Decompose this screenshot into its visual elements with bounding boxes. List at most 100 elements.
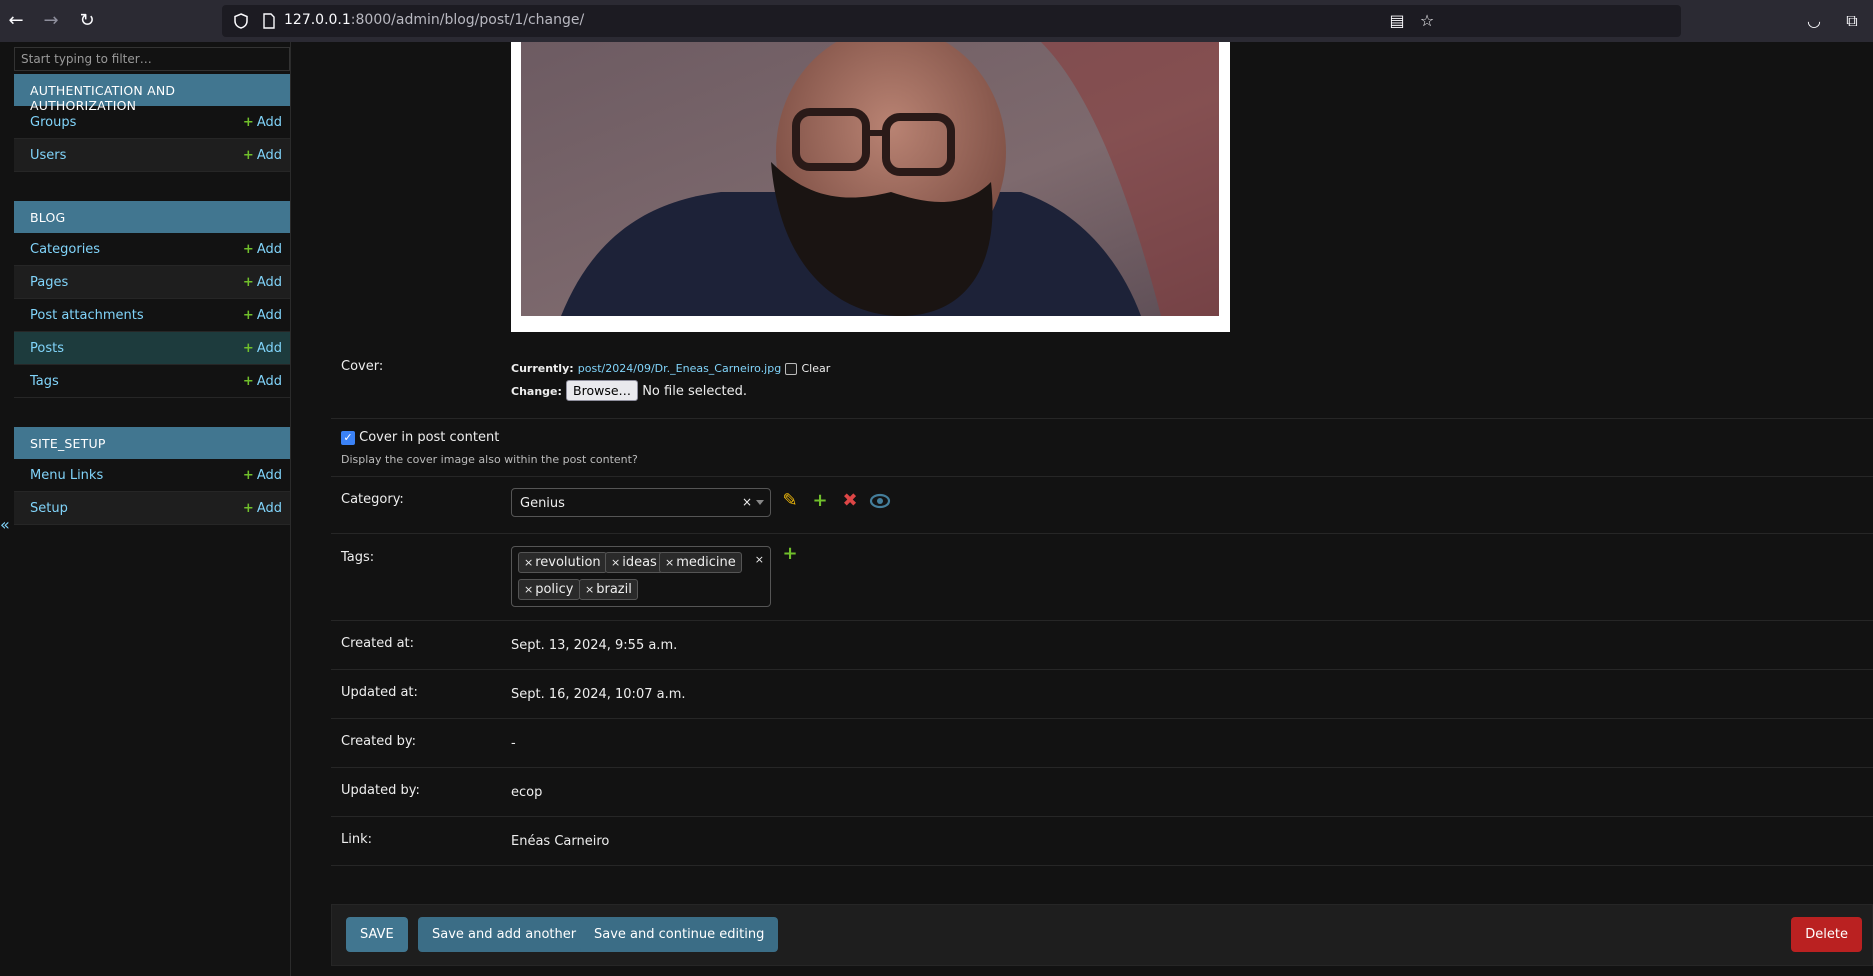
back-icon[interactable]: ←	[3, 8, 29, 34]
module-header[interactable]: SITE_SETUP	[14, 427, 290, 459]
edit-pencil-icon[interactable]: ✎	[779, 490, 801, 512]
chevron-down-icon[interactable]	[756, 500, 764, 505]
tag-label: medicine	[676, 555, 736, 570]
sidebar-item-label[interactable]: Pages	[30, 275, 68, 290]
add-plus-icon: +	[242, 468, 254, 483]
url-path: :8000/admin/blog/post/1/change/	[350, 12, 585, 28]
add-plus-icon: +	[242, 242, 254, 257]
cover-file-link[interactable]: post/2024/09/Dr._Eneas_Carneiro.jpg	[578, 362, 781, 375]
field-cover: Cover: Currently: post/2024/09/Dr._Eneas…	[331, 348, 1873, 419]
extensions-icon[interactable]: ⧉	[1842, 11, 1862, 31]
delete-button[interactable]: Delete	[1791, 917, 1862, 952]
sidebar-item-post-attachments[interactable]: Post attachments + Add	[14, 299, 290, 332]
cover-in-content-help: Display the cover image also within the …	[341, 453, 638, 466]
cover-in-content-checkbox[interactable]: ✓	[341, 430, 355, 445]
field-updated-by: Updated by: ecop	[331, 769, 1873, 817]
module-blog: BLOG Categories + Add Pages + Add Post att…	[14, 201, 290, 398]
no-file-text: No file selected.	[642, 384, 747, 399]
remove-tag-icon[interactable]: ×	[524, 556, 533, 569]
add-link[interactable]: + Add	[243, 308, 282, 323]
updated-at-value: Sept. 16, 2024, 10:07 a.m.	[511, 687, 686, 702]
sidebar-item-label[interactable]: Groups	[30, 115, 76, 130]
add-plus-icon: +	[242, 308, 254, 323]
tag-label: revolution	[535, 555, 601, 570]
tags-select[interactable]: × revolution × ideas × medicine × policy × br…	[511, 546, 771, 607]
sidebar-item-label[interactable]: Menu Links	[30, 468, 103, 483]
tag-chip[interactable]: × revolution	[518, 552, 607, 573]
clear-selection-icon[interactable]: ×	[742, 495, 752, 509]
link-value[interactable]: Enéas Carneiro	[511, 834, 609, 849]
sidebar-item-label[interactable]: Tags	[30, 374, 59, 389]
module-header[interactable]: AUTHENTICATION AND AUTHORIZATION	[14, 74, 290, 113]
sidebar-collapse-toggle[interactable]: «	[0, 515, 10, 534]
add-label: Add	[256, 468, 282, 483]
tag-chip[interactable]: × ideas	[605, 552, 663, 573]
sidebar-item-setup[interactable]: Setup + Add	[14, 492, 290, 525]
sidebar-item-groups[interactable]: Groups + Add	[14, 106, 290, 139]
module-title: BLOG	[30, 210, 66, 225]
cover-current: Currently: post/2024/09/Dr._Eneas_Carnei…	[511, 361, 830, 376]
delete-x-icon[interactable]: ✖	[839, 490, 861, 512]
remove-tag-icon[interactable]: ×	[524, 583, 533, 596]
reader-view-icon[interactable]: ▤	[1388, 12, 1406, 30]
add-link[interactable]: + Add	[243, 468, 282, 483]
add-plus-icon: +	[242, 341, 254, 356]
cover-in-content-label[interactable]: Cover in post content	[359, 430, 499, 445]
cover-change: Change: Browse… No file selected.	[511, 380, 747, 401]
add-plus-icon: +	[242, 275, 254, 290]
add-link[interactable]: + Add	[243, 275, 282, 290]
reload-icon[interactable]: ↻	[74, 8, 100, 34]
nav-sidebar: Start typing to filter… AUTHENTICATION A…	[0, 42, 291, 976]
sidebar-filter-input[interactable]: Start typing to filter…	[14, 47, 290, 71]
add-link[interactable]: + Add	[243, 148, 282, 163]
add-link[interactable]: + Add	[243, 242, 282, 257]
category-select[interactable]: Genius ×	[511, 488, 771, 517]
save-continue-button[interactable]: Save and continue editing	[580, 917, 779, 952]
save-add-another-button[interactable]: Save and add another	[418, 917, 591, 952]
remove-tag-icon[interactable]: ×	[611, 556, 620, 569]
browse-button[interactable]: Browse…	[566, 380, 639, 401]
remove-tag-icon[interactable]: ×	[585, 583, 594, 596]
tag-chip[interactable]: × medicine	[659, 552, 742, 573]
add-link[interactable]: + Add	[243, 341, 282, 356]
view-eye-icon[interactable]	[869, 490, 891, 512]
sidebar-item-pages[interactable]: Pages + Add	[14, 266, 290, 299]
save-button[interactable]: SAVE	[346, 917, 408, 952]
sidebar-item-label[interactable]: Categories	[30, 242, 100, 257]
sidebar-item-menu-links[interactable]: Menu Links + Add	[14, 459, 290, 492]
tag-chip[interactable]: × brazil	[579, 579, 638, 600]
forward-icon[interactable]: →	[38, 8, 64, 34]
sidebar-item-label[interactable]: Users	[30, 148, 66, 163]
module-title: SITE_SETUP	[30, 436, 106, 451]
module-header[interactable]: BLOG	[14, 201, 290, 233]
sidebar-item-users[interactable]: Users + Add	[14, 139, 290, 172]
remove-tag-icon[interactable]: ×	[665, 556, 674, 569]
address-bar[interactable]: 127.0.0.1:8000/admin/blog/post/1/change/…	[222, 5, 1681, 37]
add-plus-icon[interactable]: +	[809, 490, 831, 512]
field-cover-in-content: ✓ Cover in post content Display the cove…	[331, 420, 1873, 477]
sidebar-item-label[interactable]: Setup	[30, 501, 68, 516]
submit-row: SAVE Save and add another Save and conti…	[331, 904, 1873, 966]
bookmark-star-icon[interactable]: ☆	[1418, 12, 1436, 30]
add-plus-icon: +	[242, 115, 254, 130]
sidebar-item-posts[interactable]: Posts + Add	[14, 332, 290, 365]
created-by-label: Created by:	[341, 734, 416, 749]
sidebar-item-categories[interactable]: Categories + Add	[14, 233, 290, 266]
clear-all-icon[interactable]: ×	[755, 553, 764, 566]
field-created-by: Created by: -	[331, 720, 1873, 768]
clear-label[interactable]: Clear	[801, 362, 830, 375]
url-host: 127.0.0.1	[284, 12, 351, 28]
url-text[interactable]: 127.0.0.1:8000/admin/blog/post/1/change/	[284, 12, 584, 28]
add-plus-icon[interactable]: +	[779, 543, 801, 565]
tag-chip[interactable]: × policy	[518, 579, 580, 600]
shield-icon[interactable]	[232, 12, 250, 30]
pocket-icon[interactable]: ◡	[1804, 11, 1824, 31]
sidebar-item-tags[interactable]: Tags + Add	[14, 365, 290, 398]
add-link[interactable]: + Add	[243, 501, 282, 516]
sidebar-item-label[interactable]: Posts	[30, 341, 64, 356]
add-link[interactable]: + Add	[243, 115, 282, 130]
add-link[interactable]: + Add	[243, 374, 282, 389]
clear-checkbox[interactable]	[785, 362, 798, 375]
updated-by-link[interactable]: ecop	[511, 785, 542, 800]
sidebar-item-label[interactable]: Post attachments	[30, 308, 144, 323]
